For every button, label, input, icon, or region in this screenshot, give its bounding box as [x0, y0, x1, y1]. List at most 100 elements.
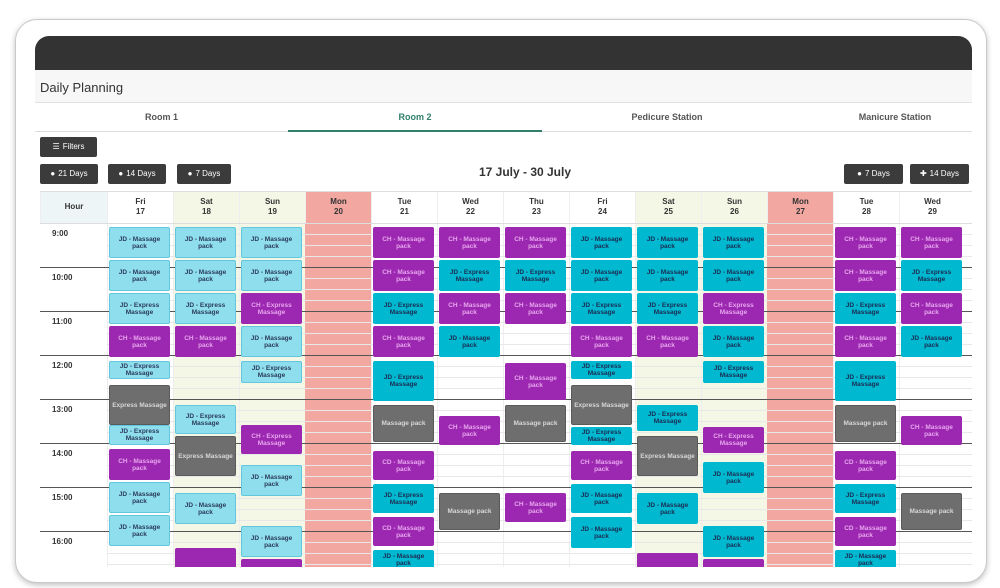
appointment[interactable] — [637, 553, 698, 567]
appointment[interactable]: JD - Express Massage — [175, 293, 236, 324]
appointment[interactable]: JD - Express Massage — [373, 361, 434, 401]
appointment[interactable]: CH - Massage pack — [637, 326, 698, 357]
appointment[interactable]: CH - Massage pack — [901, 227, 962, 258]
appointment[interactable]: CH - Massage pack — [835, 260, 896, 291]
appointment[interactable]: Massage pack — [439, 493, 500, 530]
appointment[interactable]: CH - Massage pack — [505, 493, 566, 522]
appointment[interactable]: JD - Express Massage — [439, 260, 500, 291]
tab-room-1[interactable]: Room 1 — [35, 103, 288, 132]
appointment[interactable]: JD - Massage pack — [571, 227, 632, 258]
appointment[interactable]: CH - Massage pack — [175, 326, 236, 357]
appointment[interactable]: JD - Express Massage — [571, 293, 632, 324]
appointment[interactable]: JD - Massage pack — [109, 515, 170, 546]
appointment[interactable]: CH - Massage pack — [505, 363, 566, 400]
appointment[interactable]: JD - Massage pack — [703, 526, 764, 557]
appointment[interactable]: CH - Massage pack — [901, 416, 962, 445]
tab-pedicure-station[interactable]: Pedicure Station — [542, 103, 792, 132]
appointment[interactable]: JD - Express Massage — [571, 427, 632, 445]
back-7-days-button[interactable]: ● 7 Days — [177, 164, 231, 184]
forward-14-days-button[interactable]: ✚ 14 Days — [910, 164, 969, 184]
appointment[interactable]: JD - Massage pack — [175, 260, 236, 291]
appointment[interactable]: JD - Express Massage — [373, 293, 434, 324]
appointment[interactable]: JD - Massage pack — [637, 260, 698, 291]
appointment[interactable]: CD - Massage pack — [835, 517, 896, 546]
appointment[interactable]: JD - Express Massage — [835, 293, 896, 324]
appointment[interactable]: JD - Express Massage — [109, 361, 170, 379]
appointment[interactable]: JD - Express Massage — [241, 361, 302, 383]
appointment[interactable]: CH - Massage pack — [571, 326, 632, 357]
appointment[interactable]: JD - Massage pack — [901, 326, 962, 357]
appointment[interactable]: JD - Massage pack — [175, 227, 236, 258]
appointment[interactable]: CH - Massage pack — [505, 227, 566, 258]
appointment[interactable]: JD - Massage pack — [241, 526, 302, 557]
appointment[interactable]: JD - Massage pack — [241, 260, 302, 291]
appointment[interactable]: CH - Massage pack — [109, 449, 170, 480]
appointment[interactable]: JD - Express Massage — [901, 260, 962, 291]
appointment[interactable]: CH - Massage pack — [439, 293, 500, 324]
appointment[interactable]: CH - Massage pack — [373, 260, 434, 291]
appointment[interactable] — [175, 548, 236, 567]
appointment[interactable]: JD - Massage pack — [109, 260, 170, 291]
appointment[interactable]: JD - Express Massage — [835, 361, 896, 401]
appointment[interactable]: JD - Massage pack — [109, 227, 170, 258]
appointment[interactable]: JD - Massage pack — [703, 326, 764, 357]
appointment[interactable]: CH - Massage pack — [571, 451, 632, 480]
appointment[interactable]: CH - Express Massage — [241, 425, 302, 454]
appointment[interactable]: CH - Massage pack — [835, 326, 896, 357]
appointment[interactable]: JD - Express Massage — [109, 425, 170, 445]
appointment[interactable]: CH - Massage pack — [505, 293, 566, 324]
appointment[interactable]: JD - Express Massage — [637, 293, 698, 324]
appointment[interactable]: JD - Express Massage — [637, 405, 698, 431]
appointment[interactable]: JD - Massage pack — [373, 550, 434, 567]
tab-manicure-station[interactable]: Manicure Station — [825, 103, 965, 132]
filters-button[interactable]: ☰ Filters — [40, 137, 97, 157]
appointment[interactable]: CH - Massage pack — [439, 227, 500, 258]
appointment[interactable]: JD - Massage pack — [835, 550, 896, 567]
appointment[interactable]: JD - Express Massage — [109, 293, 170, 324]
appointment[interactable]: CD - Massage pack — [373, 517, 434, 546]
appointment[interactable]: CH - Massage pack — [835, 227, 896, 258]
appointment[interactable]: Massage pack — [901, 493, 962, 530]
appointment[interactable]: JD - Massage pack — [439, 326, 500, 357]
appointment[interactable]: JD - Massage pack — [241, 465, 302, 496]
appointment[interactable]: Massage pack — [505, 405, 566, 442]
appointment[interactable]: JD - Massage pack — [637, 227, 698, 258]
appointment[interactable]: JD - Massage pack — [109, 482, 170, 513]
appointment[interactable]: CH - Express Massage — [703, 293, 764, 324]
appointment[interactable]: JD - Massage pack — [241, 326, 302, 357]
appointment[interactable]: Express Massage — [109, 385, 170, 425]
appointment[interactable]: CH - Express Massage — [703, 427, 764, 453]
appointment[interactable]: Express Massage — [571, 385, 632, 425]
appointment[interactable]: Express Massage — [175, 436, 236, 476]
appointment[interactable]: JD - Express Massage — [505, 260, 566, 291]
appointment[interactable]: JD - Express Massage — [373, 484, 434, 513]
tab-room-2[interactable]: Room 2 — [288, 103, 542, 132]
appointment[interactable]: JD - Massage pack — [175, 493, 236, 524]
appointment[interactable]: JD - Massage pack — [571, 484, 632, 513]
appointment[interactable]: JD - Express Massage — [571, 361, 632, 379]
appointment[interactable] — [241, 559, 302, 567]
appointment[interactable]: JD - Massage pack — [637, 493, 698, 524]
appointment[interactable]: Massage pack — [835, 405, 896, 442]
appointment[interactable]: JD - Massage pack — [571, 517, 632, 548]
forward-7-days-button[interactable]: ● 7 Days — [844, 164, 903, 184]
appointment[interactable]: Massage pack — [373, 405, 434, 442]
appointment[interactable]: JD - Express Massage — [703, 361, 764, 383]
appointment[interactable]: JD - Express Massage — [175, 405, 236, 434]
appointment[interactable]: CD - Massage pack — [835, 451, 896, 480]
appointment[interactable]: CH - Massage pack — [901, 293, 962, 324]
appointment[interactable]: CH - Massage pack — [373, 326, 434, 357]
back-14-days-button[interactable]: ● 14 Days — [108, 164, 166, 184]
appointment[interactable]: CD - Massage pack — [373, 451, 434, 480]
appointment[interactable]: Express Massage — [637, 436, 698, 476]
appointment[interactable]: CH - Express Massage — [241, 293, 302, 324]
appointment[interactable] — [703, 559, 764, 567]
appointment[interactable]: JD - Massage pack — [703, 462, 764, 493]
appointment[interactable]: CH - Massage pack — [109, 326, 170, 357]
appointment[interactable]: CH - Massage pack — [373, 227, 434, 258]
back-21-days-button[interactable]: ● 21 Days — [40, 164, 98, 184]
appointment[interactable]: JD - Express Massage — [835, 484, 896, 513]
appointment[interactable]: JD - Massage pack — [241, 227, 302, 258]
appointment[interactable]: JD - Massage pack — [571, 260, 632, 291]
appointment[interactable]: JD - Massage pack — [703, 260, 764, 291]
